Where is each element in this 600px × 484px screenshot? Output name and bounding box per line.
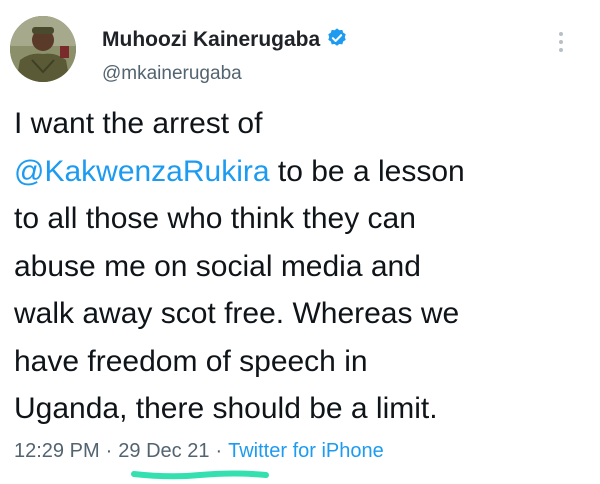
tweet-line: abuse me on social media and xyxy=(14,249,421,283)
tweet-source[interactable]: Twitter for iPhone xyxy=(228,440,384,462)
meta-separator: · xyxy=(105,440,113,462)
tweet-line: @KakwenzaRukira to be a lesson xyxy=(14,148,594,196)
avatar[interactable] xyxy=(10,16,76,82)
highlight-underline xyxy=(131,470,269,480)
verified-badge-icon xyxy=(328,28,346,46)
author-handle[interactable]: @mkainerugaba xyxy=(102,63,242,85)
tweet-line: Uganda, there should be a limit. xyxy=(14,392,438,425)
tweet-line: to all those who think they can xyxy=(14,202,416,235)
meta-separator: · xyxy=(215,440,223,462)
more-options-icon[interactable] xyxy=(555,32,567,58)
tweet-text-continuation: to be a lesson xyxy=(269,154,465,188)
author-name[interactable]: Muhoozi Kainerugaba xyxy=(102,28,320,51)
tweet-line: have freedom of speech in xyxy=(14,344,368,378)
tweet-line: walk away scot free. Whereas we xyxy=(14,297,460,330)
mention-link[interactable]: @KakwenzaRukira xyxy=(14,155,270,188)
avatar-icon xyxy=(10,16,76,82)
tweet-text: I want the arrest of @KakwenzaRukira to … xyxy=(14,100,594,433)
tweet-meta: 12:29 PM · 29 Dec 21 · Twitter for iPhone xyxy=(14,440,384,463)
tweet-date[interactable]: 29 Dec 21 xyxy=(118,440,209,462)
author-name-row[interactable]: Muhoozi Kainerugaba xyxy=(102,27,348,52)
tweet-text-intro: I want the arrest of xyxy=(14,107,263,140)
tweet-line: I want the arrest of xyxy=(14,100,594,148)
tweet-card: Muhoozi Kainerugaba @mkainerugaba I want… xyxy=(0,0,600,484)
tweet-time[interactable]: 12:29 PM xyxy=(14,440,100,462)
